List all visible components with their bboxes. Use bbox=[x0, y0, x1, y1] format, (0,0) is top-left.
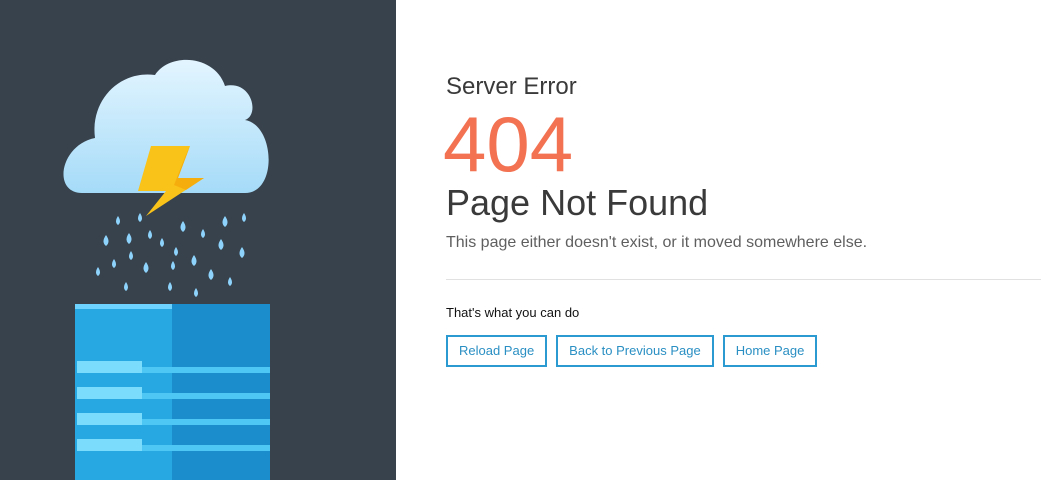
back-to-previous-page-button[interactable]: Back to Previous Page bbox=[556, 335, 714, 367]
server-storm-illustration bbox=[63, 59, 270, 480]
divider bbox=[446, 279, 1041, 280]
error-page: Server Error 404 Page Not Found This pag… bbox=[0, 0, 1041, 480]
home-page-button[interactable]: Home Page bbox=[722, 335, 818, 367]
server-icon bbox=[75, 304, 270, 480]
illustration-panel bbox=[0, 0, 396, 480]
page-title: Page Not Found bbox=[446, 182, 709, 223]
error-message: This page either doesn't exist, or it mo… bbox=[446, 234, 868, 251]
reload-page-button[interactable]: Reload Page bbox=[446, 335, 548, 367]
error-content: Server Error 404 Page Not Found This pag… bbox=[443, 0, 1041, 480]
action-buttons: Reload Page Back to Previous Page Home P… bbox=[446, 335, 818, 367]
error-kicker: Server Error bbox=[446, 73, 577, 100]
error-code: 404 bbox=[443, 100, 574, 188]
raindrop-icon bbox=[96, 213, 246, 297]
actions-label: That's what you can do bbox=[446, 305, 580, 320]
